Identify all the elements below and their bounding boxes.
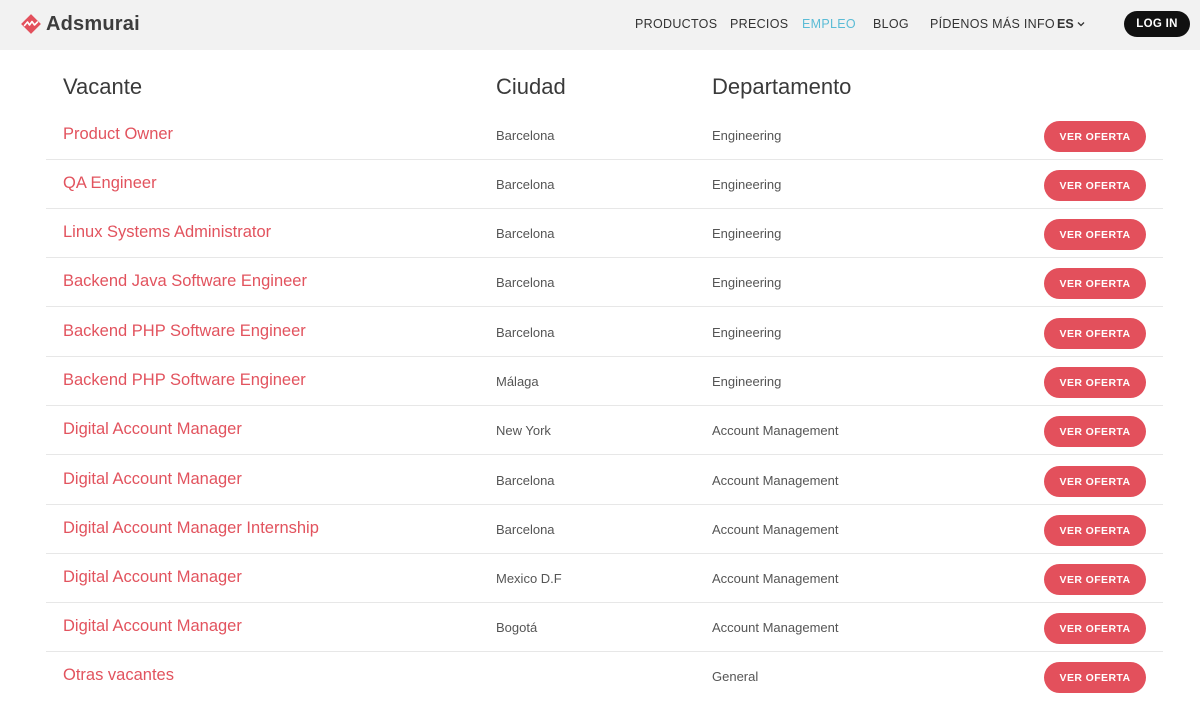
job-department: Account Management: [712, 423, 839, 438]
adsmurai-logo-icon: [20, 13, 42, 35]
job-city: Barcelona: [496, 226, 555, 241]
job-department: Engineering: [712, 374, 782, 389]
job-department: General: [712, 669, 759, 684]
job-row: Backend Java Software Engineer Barcelona…: [46, 258, 1163, 307]
job-title-link[interactable]: Backend PHP Software Engineer: [63, 371, 306, 390]
nav-precios[interactable]: PRECIOS: [730, 17, 788, 31]
job-department: Engineering: [712, 226, 782, 241]
job-city: Barcelona: [496, 473, 555, 488]
ver-oferta-button[interactable]: VER OFERTA: [1044, 170, 1146, 201]
job-city: Barcelona: [496, 325, 555, 340]
job-row: Digital Account Manager Barcelona Accoun…: [46, 456, 1163, 505]
job-title-link[interactable]: Otras vacantes: [63, 666, 174, 685]
job-row: Digital Account Manager Internship Barce…: [46, 505, 1163, 554]
job-department: Engineering: [712, 128, 782, 143]
ver-oferta-button[interactable]: VER OFERTA: [1044, 613, 1146, 644]
job-city: Barcelona: [496, 177, 555, 192]
job-row: Digital Account Manager New York Account…: [46, 406, 1163, 455]
ver-oferta-button[interactable]: VER OFERTA: [1044, 466, 1146, 497]
ver-oferta-button[interactable]: VER OFERTA: [1044, 662, 1146, 693]
nav-pidenos-mas-info[interactable]: PÍDENOS MÁS INFO: [930, 17, 1055, 31]
brand-name: Adsmurai: [46, 12, 140, 35]
job-department: Account Management: [712, 473, 839, 488]
job-title-link[interactable]: Backend Java Software Engineer: [63, 272, 307, 291]
job-row: Backend PHP Software Engineer Málaga Eng…: [46, 357, 1163, 406]
login-button[interactable]: LOG IN: [1124, 11, 1190, 37]
nav-empleo[interactable]: EMPLEO: [802, 17, 856, 31]
job-row: Digital Account Manager Bogotá Account M…: [46, 603, 1163, 652]
job-title-link[interactable]: Linux Systems Administrator: [63, 223, 271, 242]
job-title-link[interactable]: Digital Account Manager: [63, 470, 242, 489]
job-department: Engineering: [712, 325, 782, 340]
job-row: QA Engineer Barcelona Engineering VER OF…: [46, 160, 1163, 209]
job-city: New York: [496, 423, 551, 438]
chevron-down-icon: [1077, 22, 1085, 27]
column-header-ciudad: Ciudad: [496, 74, 566, 99]
job-row: Linux Systems Administrator Barcelona En…: [46, 209, 1163, 258]
job-title-link[interactable]: Product Owner: [63, 125, 173, 144]
job-city: Barcelona: [496, 522, 555, 537]
job-row: Digital Account Manager Mexico D.F Accou…: [46, 554, 1163, 603]
ver-oferta-button[interactable]: VER OFERTA: [1044, 219, 1146, 250]
ver-oferta-button[interactable]: VER OFERTA: [1044, 121, 1146, 152]
job-city: Bogotá: [496, 620, 538, 635]
language-label: ES: [1057, 17, 1074, 31]
ver-oferta-button[interactable]: VER OFERTA: [1044, 318, 1146, 349]
job-title-link[interactable]: Digital Account Manager: [63, 568, 242, 587]
column-header-departamento: Departamento: [712, 74, 852, 99]
job-title-link[interactable]: Backend PHP Software Engineer: [63, 322, 306, 341]
job-department: Account Management: [712, 620, 839, 635]
job-row: Product Owner Barcelona Engineering VER …: [46, 111, 1163, 160]
job-city: Mexico D.F: [496, 571, 562, 586]
job-title-link[interactable]: Digital Account Manager: [63, 420, 242, 439]
job-city: Barcelona: [496, 275, 555, 290]
job-row: Otras vacantes General VER OFERTA: [46, 652, 1163, 701]
ver-oferta-button[interactable]: VER OFERTA: [1044, 515, 1146, 546]
nav-productos[interactable]: PRODUCTOS: [635, 17, 717, 31]
job-row: Backend PHP Software Engineer Barcelona …: [46, 308, 1163, 357]
language-selector[interactable]: ES: [1057, 17, 1085, 31]
ver-oferta-button[interactable]: VER OFERTA: [1044, 416, 1146, 447]
job-city: Málaga: [496, 374, 539, 389]
job-title-link[interactable]: QA Engineer: [63, 174, 157, 193]
job-title-link[interactable]: Digital Account Manager: [63, 617, 242, 636]
nav-blog[interactable]: BLOG: [873, 17, 909, 31]
job-department: Engineering: [712, 275, 782, 290]
job-department: Account Management: [712, 571, 839, 586]
top-navigation-bar: Adsmurai PRODUCTOS PRECIOS EMPLEO BLOG P…: [0, 0, 1200, 50]
ver-oferta-button[interactable]: VER OFERTA: [1044, 564, 1146, 595]
job-department: Engineering: [712, 177, 782, 192]
job-department: Account Management: [712, 522, 839, 537]
job-title-link[interactable]: Digital Account Manager Internship: [63, 519, 319, 538]
column-header-vacante: Vacante: [63, 74, 143, 99]
ver-oferta-button[interactable]: VER OFERTA: [1044, 268, 1146, 299]
job-city: Barcelona: [496, 128, 555, 143]
logo[interactable]: Adsmurai: [20, 12, 140, 36]
ver-oferta-button[interactable]: VER OFERTA: [1044, 367, 1146, 398]
